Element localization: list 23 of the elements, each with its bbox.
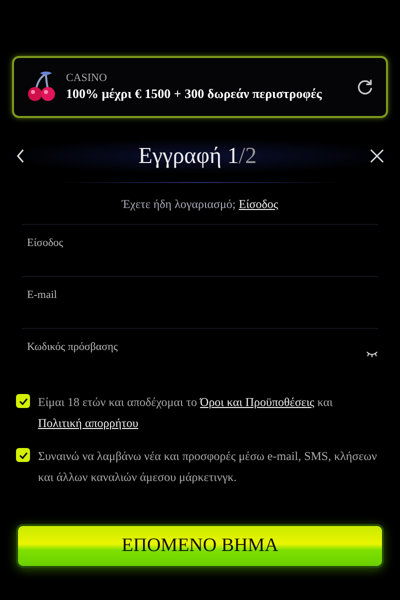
- password-field[interactable]: Κωδικός πρόσβασης: [22, 329, 366, 380]
- login-link[interactable]: Είσοδος: [238, 197, 278, 211]
- terms-link[interactable]: Πολιτική απορρήτου: [38, 416, 138, 430]
- check-icon: [18, 452, 28, 458]
- input-field[interactable]: Είσοδος: [22, 225, 378, 276]
- input-field[interactable]: E-mail: [22, 277, 378, 328]
- back-icon[interactable]: [16, 149, 25, 163]
- terms-link[interactable]: Όροι και Προϋποθέσεις: [200, 395, 314, 409]
- checkbox[interactable]: [16, 448, 30, 462]
- page-title: Εγγραφή 1/2: [138, 143, 257, 169]
- close-icon[interactable]: [370, 149, 384, 163]
- next-step-button[interactable]: ΕΠΟΜΕΝΟ ΒΗΜΑ: [16, 524, 384, 568]
- checkbox[interactable]: [16, 394, 30, 408]
- promo-text: 100% μέχρι € 1500 + 300 δωρεάν περιστροφές: [66, 86, 323, 102]
- login-prompt: Έχετε ήδη λογαριασμό; Είσοδος: [120, 197, 280, 212]
- cherries-icon: [26, 70, 56, 104]
- refresh-icon[interactable]: [356, 78, 374, 96]
- consent-text: Συναινώ να λαμβάνω νέα και προσφορές μέσω e-mail, SMS, κλήσεων και άλλων καναλιών άμεσου μάρκετινγκ.: [38, 448, 378, 486]
- promo-label: CASINO: [66, 72, 108, 84]
- check-icon: [18, 398, 28, 404]
- eye-closed-icon[interactable]: [366, 351, 378, 358]
- consent-text: Είμαι 18 ετών και αποδέχομαι το Όροι και Προϋποθέσεις και Πολιτική απορρήτου: [38, 394, 334, 432]
- promo-banner[interactable]: CASINO 100% μέχρι € 1500 + 300 δωρεάν περιστροφές: [12, 56, 388, 118]
